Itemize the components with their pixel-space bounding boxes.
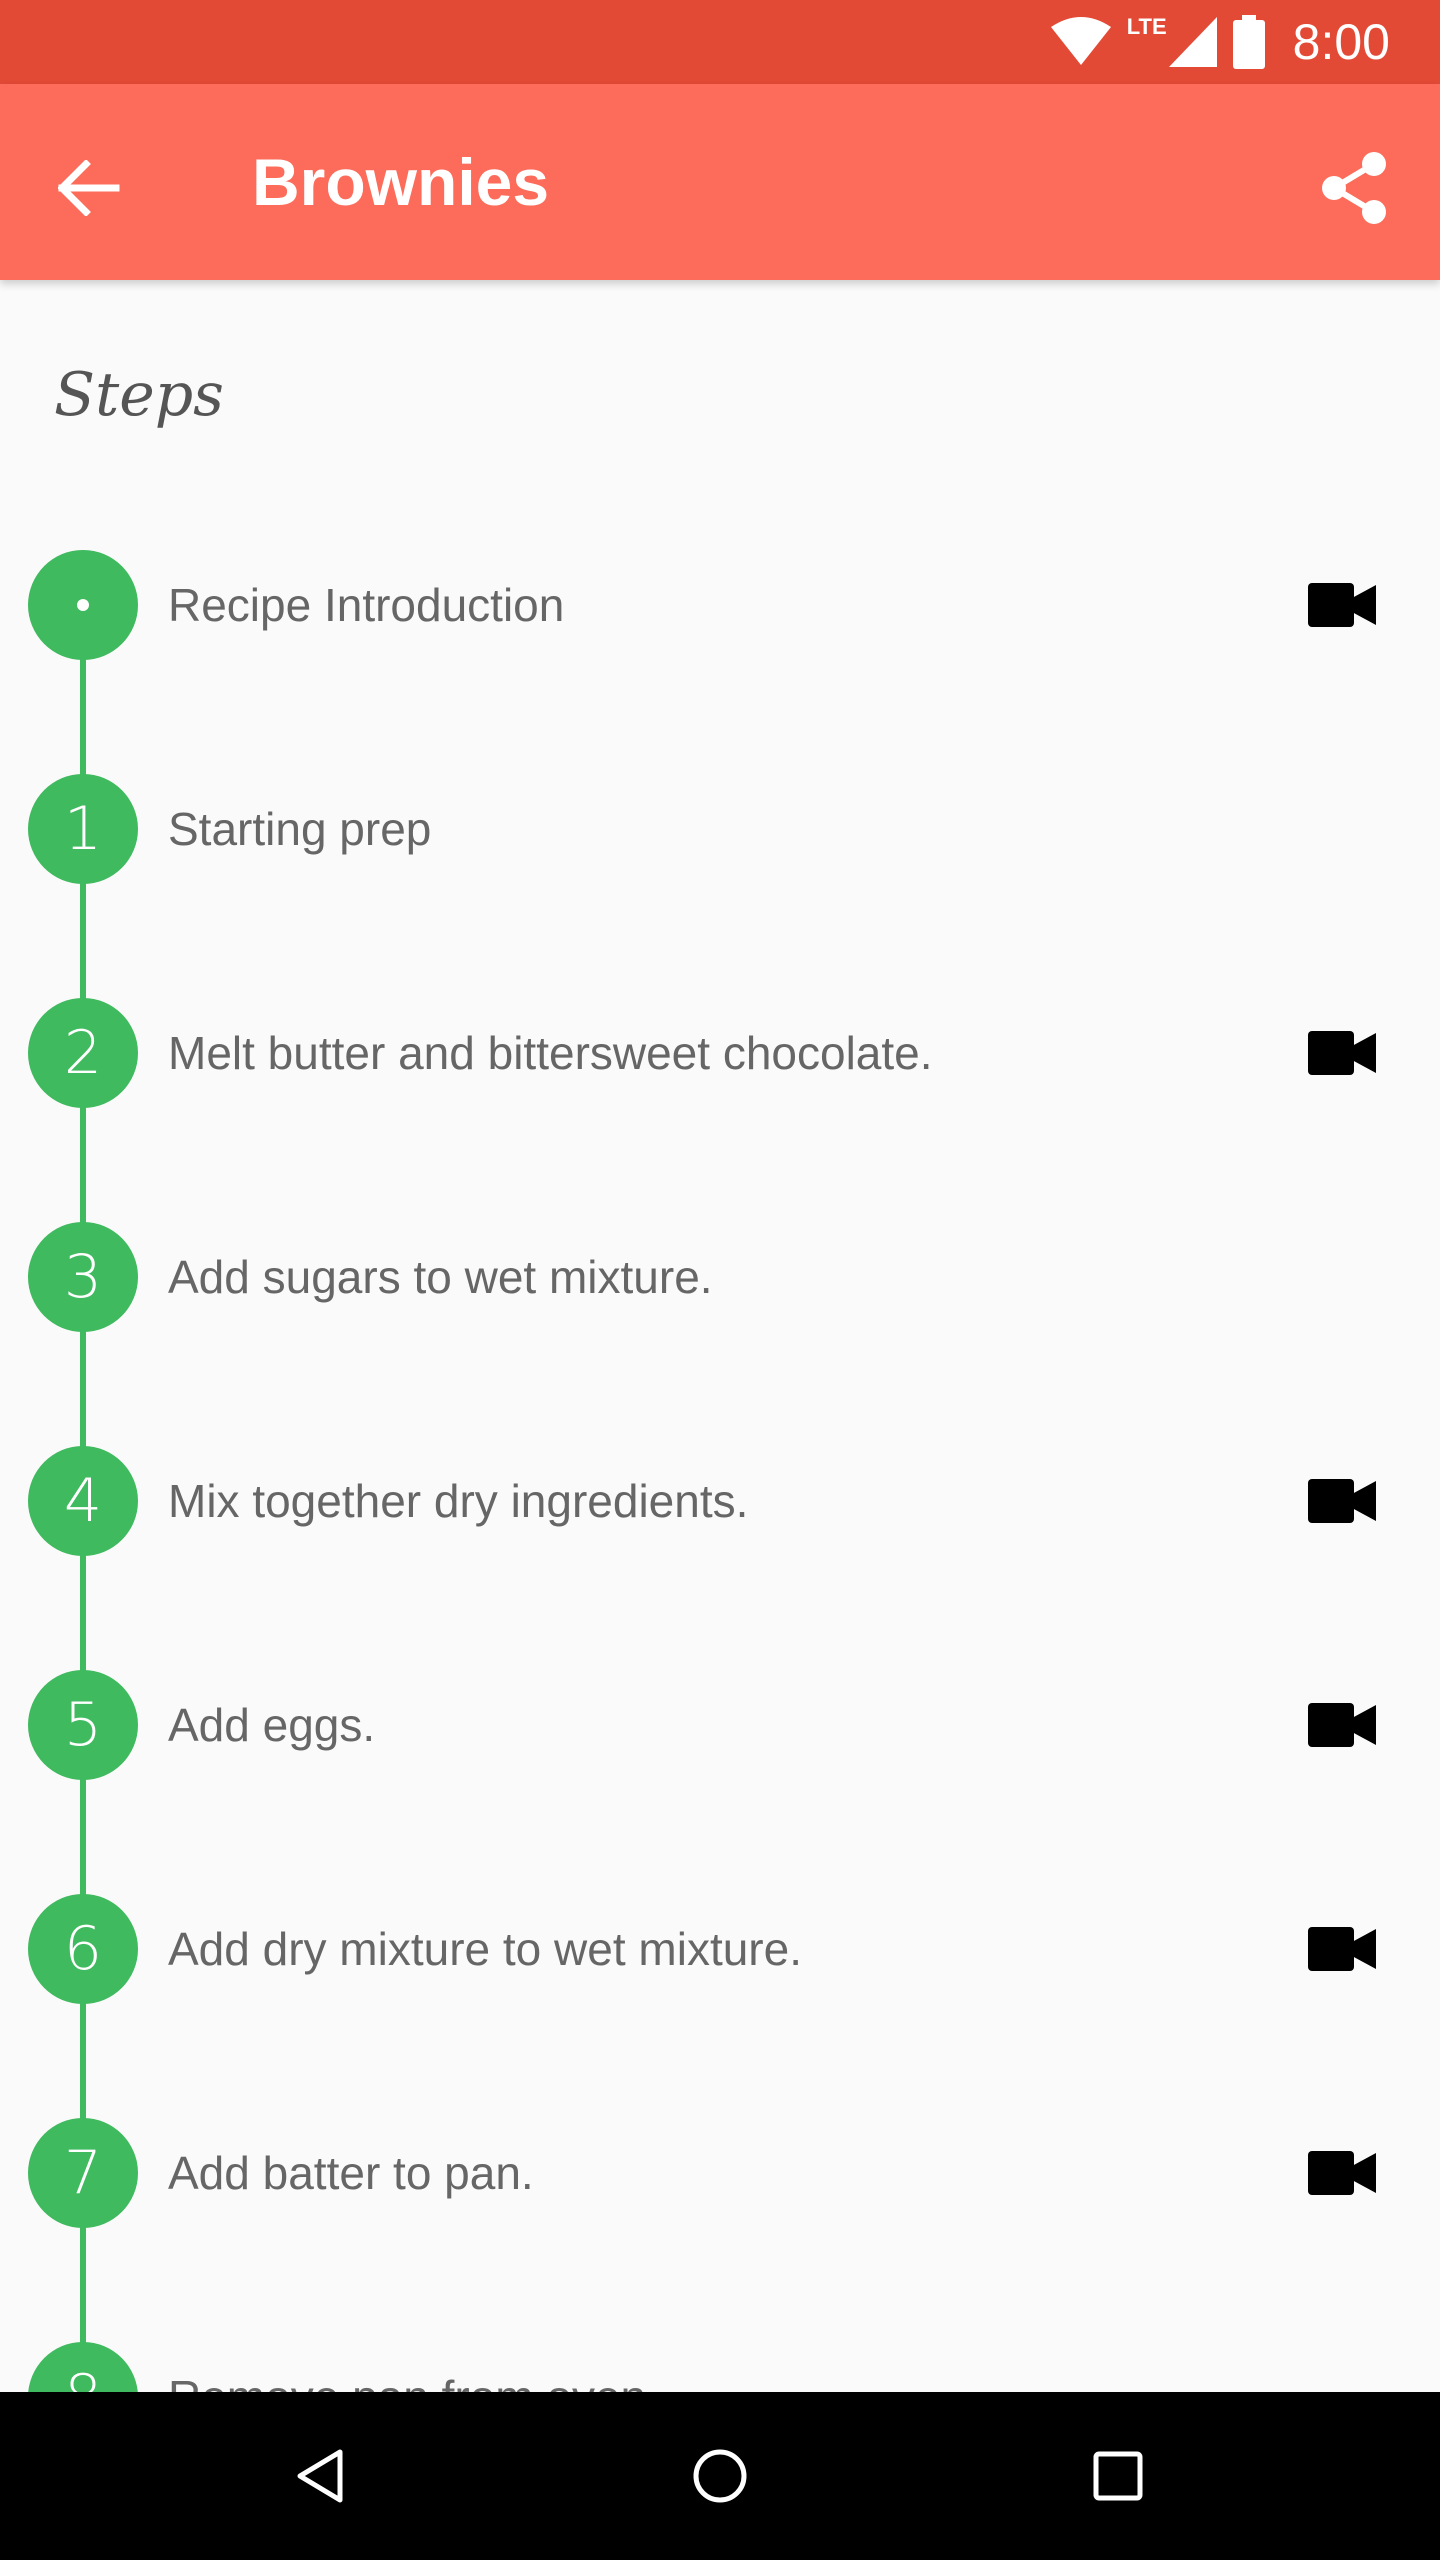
- page-title: Brownies: [252, 145, 550, 219]
- back-triangle-icon: [297, 2449, 343, 2503]
- step-number-badge: 3: [28, 1222, 138, 1332]
- step-row[interactable]: 2 Melt butter and bittersweet chocolate.: [0, 998, 1440, 1108]
- step-row-introduction[interactable]: Recipe Introduction: [0, 550, 1440, 660]
- arrow-left-icon: [58, 160, 120, 216]
- video-camera-icon[interactable]: [1308, 1479, 1376, 1523]
- step-number: 4: [63, 1466, 103, 1536]
- app-bar: Brownies: [0, 84, 1440, 280]
- step-row[interactable]: 5 Add eggs.: [0, 1670, 1440, 1780]
- step-row[interactable]: 4 Mix together dry ingredients.: [0, 1446, 1440, 1556]
- intro-dot-icon: [77, 599, 89, 611]
- step-number: 8: [64, 2362, 102, 2392]
- step-label: Remove pan from oven.: [168, 2342, 659, 2392]
- back-button[interactable]: [40, 138, 140, 238]
- share-button[interactable]: [1304, 138, 1404, 238]
- wifi-icon: [1050, 17, 1111, 65]
- share-icon: [1322, 152, 1386, 224]
- step-number-badge: 1: [28, 774, 138, 884]
- lte-label: LTE: [1126, 14, 1167, 39]
- cell-signal-icon: [1168, 17, 1217, 67]
- step-label: Add dry mixture to wet mixture.: [168, 1923, 802, 1975]
- nav-back-button[interactable]: [270, 2426, 370, 2526]
- step-label: Recipe Introduction: [168, 579, 565, 631]
- step-number-badge: 6: [28, 1894, 138, 2004]
- navigation-bar: [0, 2392, 1440, 2560]
- step-row[interactable]: 6 Add dry mixture to wet mixture.: [0, 1894, 1440, 2004]
- recents-square-icon: [1093, 2451, 1143, 2501]
- nav-home-button[interactable]: [670, 2426, 770, 2526]
- step-label: Mix together dry ingredients.: [168, 1475, 749, 1527]
- step-label: Add eggs.: [168, 1699, 376, 1751]
- video-camera-icon[interactable]: [1308, 2151, 1376, 2195]
- nav-recents-button[interactable]: [1068, 2426, 1168, 2526]
- step-row[interactable]: 1 Starting prep: [0, 774, 1440, 884]
- home-circle-icon: [693, 2449, 747, 2503]
- step-number-badge: 8: [28, 2342, 138, 2392]
- status-icons: LTE 8:00: [1050, 10, 1390, 74]
- step-label: Starting prep: [168, 803, 432, 855]
- battery-icon: [1232, 15, 1265, 69]
- step-number: 3: [63, 1242, 103, 1312]
- step-number: 5: [63, 1690, 103, 1760]
- step-number-badge: 5: [28, 1670, 138, 1780]
- step-number-badge: [28, 550, 138, 660]
- video-camera-icon[interactable]: [1308, 1927, 1376, 1971]
- step-label: Add batter to pan.: [168, 2147, 534, 2199]
- status-time: 8:00: [1292, 14, 1390, 70]
- video-camera-icon[interactable]: [1308, 1703, 1376, 1747]
- section-title: Steps: [54, 360, 224, 430]
- step-number: 1: [63, 794, 103, 864]
- video-camera-icon[interactable]: [1308, 583, 1376, 627]
- step-row[interactable]: 3 Add sugars to wet mixture.: [0, 1222, 1440, 1332]
- status-bar: LTE 8:00: [0, 0, 1440, 84]
- step-number-badge: 4: [28, 1446, 138, 1556]
- recipe-steps-content[interactable]: Steps Recipe Introduction 1 Starting prep 2…: [0, 280, 1440, 2392]
- step-number: 6: [63, 1914, 103, 1984]
- step-number-badge: 7: [28, 2118, 138, 2228]
- step-label: Add sugars to wet mixture.: [168, 1251, 713, 1303]
- step-label: Melt butter and bittersweet chocolate.: [168, 1027, 933, 1079]
- step-row[interactable]: 8 Remove pan from oven.: [0, 2342, 1440, 2392]
- step-number: 7: [63, 2138, 103, 2208]
- step-number: 2: [63, 1018, 103, 1088]
- step-number-badge: 2: [28, 998, 138, 1108]
- video-camera-icon[interactable]: [1308, 1031, 1376, 1075]
- step-row[interactable]: 7 Add batter to pan.: [0, 2118, 1440, 2228]
